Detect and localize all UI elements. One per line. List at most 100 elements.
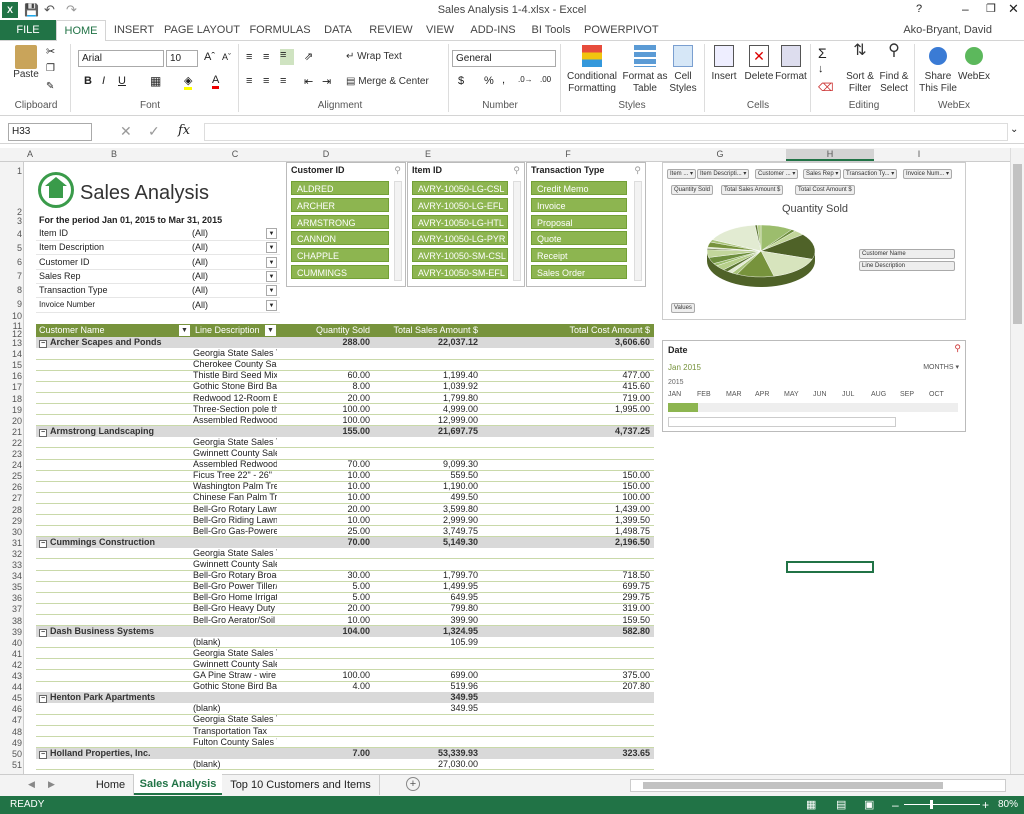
filter-dropdown-icon[interactable]: ▼: [266, 285, 277, 297]
slicer-item[interactable]: AVRY-10050-LG-EFL: [412, 197, 508, 212]
slicer-item[interactable]: AVRY-10050-LG-PYR: [412, 231, 508, 246]
row-number[interactable]: 31: [0, 538, 22, 548]
row-number[interactable]: 25: [0, 471, 22, 481]
timeline-month[interactable]: FEB: [697, 391, 711, 398]
timeline-month[interactable]: JAN: [668, 391, 681, 398]
row-number[interactable]: 36: [0, 593, 22, 603]
zoom-slider[interactable]: [904, 800, 980, 809]
zoom-level[interactable]: 80%: [998, 796, 1018, 814]
slicer-item[interactable]: Credit Memo: [531, 181, 627, 195]
font-color-icon[interactable]: A: [212, 74, 220, 89]
row-number[interactable]: 8: [0, 285, 22, 295]
row-number[interactable]: 3: [0, 216, 22, 226]
chart-field-button[interactable]: Item Descripti... ▾: [697, 169, 750, 179]
horizontal-scrollbar[interactable]: [630, 779, 1006, 792]
slicer-item[interactable]: Sales Order: [531, 265, 627, 279]
sheet-tab-home[interactable]: Home: [88, 775, 134, 795]
number-format-select[interactable]: General: [452, 50, 556, 67]
filter-dropdown-icon[interactable]: ▼: [266, 242, 277, 254]
minimize-icon[interactable]: –: [962, 2, 969, 16]
slicer-transaction-type[interactable]: Transaction Type ⚲ Credit Memo Invoice Pro…: [526, 162, 646, 287]
vertical-scrollbar[interactable]: [1010, 148, 1024, 774]
filter-dropdown-icon[interactable]: ▼: [266, 256, 277, 268]
clear-filter-icon[interactable]: ⚲: [513, 165, 520, 176]
format-cells-button[interactable]: Format: [774, 45, 808, 83]
slicer-scrollbar[interactable]: [394, 181, 402, 281]
sheet-tab-top-10[interactable]: Top 10 Customers and Items: [222, 775, 380, 795]
page-layout-view-icon[interactable]: ▤: [836, 796, 846, 814]
col-d[interactable]: D: [278, 149, 374, 159]
tab-insert[interactable]: INSERT: [112, 20, 156, 40]
wrap-text-button[interactable]: ↵ Wrap Text: [346, 51, 402, 63]
tab-data[interactable]: DATA: [318, 20, 358, 40]
collapse-icon[interactable]: −: [39, 750, 47, 759]
grow-font-icon[interactable]: Aˆ: [204, 51, 215, 63]
slicer-item[interactable]: AVRY-10050-SM-EFL: [412, 265, 508, 279]
merge-center-button[interactable]: ▤ Merge & Center: [346, 76, 429, 88]
row-number[interactable]: 47: [0, 715, 22, 725]
collapse-icon[interactable]: −: [39, 539, 47, 548]
row-number[interactable]: 19: [0, 405, 22, 415]
chart-value-button[interactable]: Quantity Sold: [671, 185, 714, 195]
clear-filter-icon[interactable]: ⚲: [634, 165, 641, 176]
align-top-icon[interactable]: ≡: [246, 51, 252, 63]
row-number[interactable]: 29: [0, 516, 22, 526]
col-i[interactable]: I: [874, 149, 964, 159]
row-number[interactable]: 23: [0, 449, 22, 459]
header-total-sales[interactable]: Total Sales Amount $: [374, 324, 482, 337]
row-number[interactable]: 15: [0, 360, 22, 370]
tab-file[interactable]: FILE: [0, 20, 56, 40]
slicer-item-id[interactable]: Item ID ⚲ AVRY-10050-LG-CSL AVRY-10050-LG…: [407, 162, 525, 287]
row-number[interactable]: 39: [0, 627, 22, 637]
fill-icon[interactable]: ↓: [818, 63, 824, 75]
prev-sheet-icon[interactable]: ◀: [28, 779, 35, 790]
help-icon[interactable]: ?: [916, 3, 922, 15]
chart-value-button[interactable]: Total Cost Amount $: [795, 185, 855, 195]
row-number[interactable]: 9: [0, 299, 22, 309]
sort-filter-button[interactable]: ⇅ Sort & Filter: [842, 43, 878, 95]
customer-group-row[interactable]: − Henton Park Apartments 349.95: [36, 692, 654, 704]
filter-dropdown-icon[interactable]: ▼: [179, 325, 190, 336]
chart-field-button[interactable]: Invoice Num... ▾: [903, 169, 953, 179]
slicer-item[interactable]: AVRY-10050-SM-CSL: [412, 248, 508, 263]
format-as-table-button[interactable]: Format as Table: [622, 45, 668, 95]
row-number[interactable]: 30: [0, 527, 22, 537]
slicer-item[interactable]: ARMSTRONG: [291, 214, 389, 229]
slicer-item[interactable]: Invoice: [531, 197, 627, 212]
row-number[interactable]: 48: [0, 727, 22, 737]
row-number[interactable]: 40: [0, 638, 22, 648]
timeline-month[interactable]: JUL: [842, 391, 854, 398]
insert-cells-button[interactable]: Insert: [706, 45, 742, 83]
collapse-icon[interactable]: −: [39, 695, 47, 704]
sheet-tab-sales-analysis[interactable]: Sales Analysis: [134, 774, 222, 795]
header-customer-name[interactable]: Customer Name ▼: [36, 324, 192, 337]
timeline-month[interactable]: JUN: [813, 391, 827, 398]
pivot-chart[interactable]: Item ... ▾ Item Descripti... ▾ Customer ..…: [662, 162, 966, 320]
header-quantity-sold[interactable]: Quantity Sold: [278, 324, 374, 337]
chart-field-button[interactable]: Transaction Ty... ▾: [843, 169, 898, 179]
timeline-unit-select[interactable]: MONTHS ▾: [923, 363, 959, 371]
delete-cells-button[interactable]: ✕ Delete: [742, 45, 776, 83]
decrease-decimal-icon[interactable]: .00: [540, 75, 551, 84]
timeline-month[interactable]: MAR: [726, 391, 742, 398]
row-number[interactable]: 35: [0, 582, 22, 592]
customer-group-row[interactable]: − Holland Properties, Inc. 7.00 53,339.93 32…: [36, 747, 654, 759]
row-number[interactable]: 5: [0, 243, 22, 253]
tab-formulas[interactable]: FORMULAS: [248, 20, 312, 40]
col-g[interactable]: G: [654, 149, 786, 159]
next-sheet-icon[interactable]: ▶: [48, 779, 55, 790]
row-number[interactable]: 24: [0, 460, 22, 470]
slicer-item[interactable]: ARCHER: [291, 197, 389, 212]
clear-icon[interactable]: ⌫: [818, 81, 834, 94]
comma-icon[interactable]: ,: [502, 74, 505, 86]
tab-add-ins[interactable]: ADD-INS: [466, 20, 520, 40]
collapse-icon[interactable]: −: [39, 428, 47, 437]
selected-cell[interactable]: [786, 561, 874, 573]
row-number[interactable]: 18: [0, 394, 22, 404]
fill-color-icon[interactable]: ◈: [184, 74, 193, 90]
increase-decimal-icon[interactable]: .0→: [518, 75, 533, 84]
row-number[interactable]: 44: [0, 682, 22, 692]
slicer-item[interactable]: CHAPPLE: [291, 248, 389, 263]
row-number[interactable]: 41: [0, 649, 22, 659]
user-name[interactable]: Ako-Bryant, David: [898, 20, 992, 40]
